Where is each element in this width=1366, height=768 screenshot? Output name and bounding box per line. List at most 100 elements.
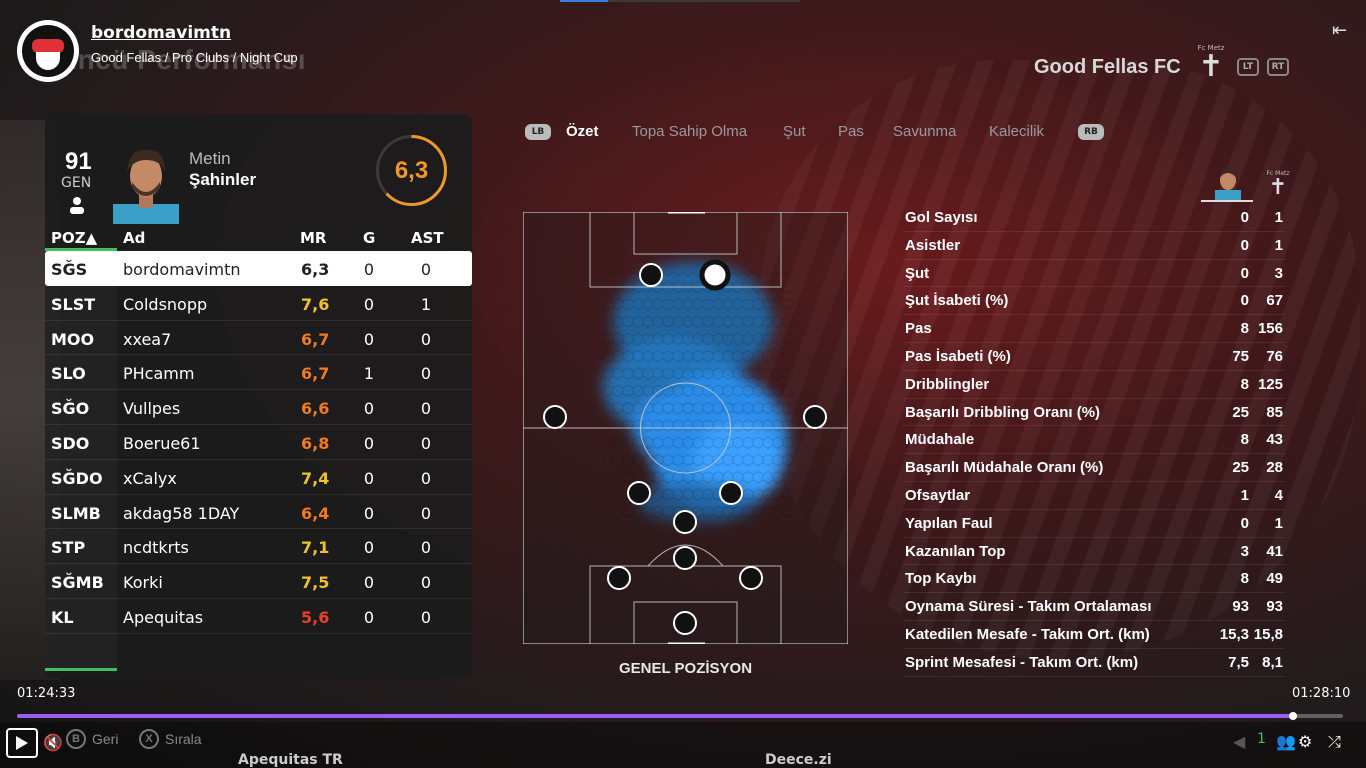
stat-row: Kazanılan Top 3 41 [903, 538, 1285, 566]
tab-topa-sahip-olma[interactable]: Topa Sahip Olma [632, 123, 747, 140]
settings-gear-icon[interactable]: ⚙ [1298, 732, 1312, 751]
hint-back-label: Geri [92, 731, 119, 747]
row-name: Coldsnopp [123, 294, 208, 314]
table-row[interactable]: STP ncdtkrts 7,1 0 0 [45, 529, 472, 565]
row-g: 0 [363, 294, 375, 314]
stat-team: 76 [1266, 347, 1283, 365]
row-ast: 0 [420, 503, 432, 523]
col-header-mr[interactable]: MR [300, 229, 326, 247]
stat-team: 49 [1266, 570, 1283, 588]
fullscreen-exit-icon[interactable]: ⤮ [1328, 732, 1341, 752]
lineup-table-header: POZ▲ Ad MR G AST [45, 226, 472, 250]
rb-bumper-icon[interactable]: RB [1078, 124, 1104, 140]
channel-name-link[interactable]: bordomavimtn [91, 23, 231, 43]
player-last-name: Şahinler [189, 170, 257, 189]
row-ast: 0 [420, 260, 432, 279]
stat-player: 8 [1240, 320, 1249, 338]
row-pos: SLMB [51, 503, 101, 523]
row-g: 0 [363, 468, 375, 488]
tab-ozet[interactable]: Özet [566, 123, 599, 140]
row-name: PHcamm [123, 364, 195, 384]
teammate-position-dot [719, 481, 743, 505]
row-pos: SĞDO [51, 468, 103, 488]
row-pos: SLST [51, 294, 96, 314]
table-row[interactable]: SLMB akdag58 1DAY 6,4 0 0 [45, 495, 472, 530]
stat-row: Gol Sayısı 0 1 [903, 204, 1285, 232]
teammate-position-dot [627, 481, 651, 505]
player-overall-label: GEN [61, 175, 92, 191]
player-portrait [113, 149, 179, 224]
stat-player: 0 [1240, 292, 1249, 310]
row-ast: 1 [420, 294, 432, 314]
table-row[interactable]: KL Apequitas 5,6 0 0 [45, 599, 472, 634]
stat-row: Ofsaytlar 1 4 [903, 482, 1285, 510]
stat-row: Başarılı Müdahale Oranı (%) 25 28 [903, 454, 1285, 482]
row-g: 0 [363, 607, 375, 627]
lb-bumper-icon[interactable]: LB [525, 124, 551, 140]
exit-icon[interactable]: ⇤ [1332, 20, 1347, 41]
col-header-g[interactable]: G [363, 229, 375, 247]
stats-player-column-header [1201, 166, 1253, 202]
row-name: Boerue61 [123, 433, 201, 453]
row-name: xCalyx [123, 468, 177, 488]
row-mr: 7,1 [301, 538, 330, 558]
stat-row: Şut 0 3 [903, 260, 1285, 288]
tab-sut[interactable]: Şut [783, 123, 806, 140]
mute-icon[interactable]: 🔇 [43, 733, 63, 752]
seek-handle[interactable] [1288, 712, 1297, 720]
tab-savunma[interactable]: Savunma [893, 123, 956, 140]
table-row[interactable]: MOO xxea7 6,7 0 0 [45, 321, 472, 356]
stat-team: 1 [1274, 209, 1283, 226]
tab-kalecilik[interactable]: Kalecilik [989, 123, 1044, 140]
table-row[interactable]: SLO PHcamm 6,7 1 0 [45, 355, 472, 391]
row-pos: STP [51, 538, 86, 558]
teammate-position-dot [673, 611, 697, 635]
col-header-pos[interactable]: POZ▲ [51, 229, 97, 247]
row-g: 1 [363, 364, 375, 384]
stat-label: Sprint Mesafesi - Takım Ort. (km) [905, 653, 1139, 671]
bottom-player-name-left: Apequitas TR [238, 752, 343, 768]
stat-team: 1 [1274, 236, 1283, 254]
stat-player: 7,5 [1228, 653, 1249, 671]
club-badge-icon: Fc Metz ✝ [1197, 44, 1225, 84]
stat-label: Oynama Süresi - Takım Ortalaması [905, 598, 1152, 616]
stat-row: Pas 8 156 [903, 315, 1285, 343]
row-name: Korki [123, 573, 163, 593]
row-mr: 5,6 [301, 607, 330, 627]
table-row[interactable]: SĞS bordomavimtn 6,3 0 0 [45, 251, 472, 286]
col-header-name[interactable]: Ad [123, 229, 145, 247]
table-row[interactable]: SĞO Vullpes 6,6 0 0 [45, 390, 472, 425]
stat-player: 93 [1232, 598, 1249, 616]
table-row[interactable]: SDO Boerue61 6,8 0 0 [45, 425, 472, 460]
stat-team: 125 [1257, 375, 1283, 393]
stat-label: Başarılı Müdahale Oranı (%) [905, 459, 1104, 477]
row-name: Vullpes [123, 399, 181, 419]
row-pos: KL [51, 607, 74, 627]
teammate-position-dot [639, 263, 663, 287]
row-g: 0 [363, 503, 375, 523]
stat-team: 3 [1274, 264, 1283, 282]
stat-player: 1 [1240, 486, 1249, 504]
stat-team: 43 [1266, 431, 1283, 449]
teammate-position-dot [739, 566, 763, 590]
stat-label: Şut [905, 264, 930, 282]
tab-pas[interactable]: Pas [838, 123, 864, 140]
table-row[interactable]: SĞMB Korki 7,5 0 0 [45, 564, 472, 599]
teammate-position-dot [607, 566, 631, 590]
col-header-ast[interactable]: AST [411, 229, 444, 247]
stat-player: 8 [1240, 431, 1249, 449]
duration: 01:28:10 [1292, 686, 1351, 701]
row-pos: MOO [51, 329, 95, 349]
gamepad-face-logo-icon [22, 25, 74, 77]
stat-label: Kazanılan Top [905, 542, 1006, 560]
play-button[interactable] [6, 728, 38, 758]
table-row[interactable]: SLST Coldsnopp 7,6 0 1 [45, 286, 472, 321]
row-pos: SDO [51, 433, 90, 453]
table-row[interactable]: SĞDO xCalyx 7,4 0 0 [45, 460, 472, 495]
row-name: ncdtkrts [123, 538, 189, 558]
x-button-icon: X [139, 729, 159, 749]
person-icon [70, 197, 84, 214]
stat-row: Başarılı Dribbling Oranı (%) 25 85 [903, 399, 1285, 427]
channel-avatar[interactable] [17, 20, 79, 82]
stat-team: 15,8 [1253, 625, 1283, 643]
